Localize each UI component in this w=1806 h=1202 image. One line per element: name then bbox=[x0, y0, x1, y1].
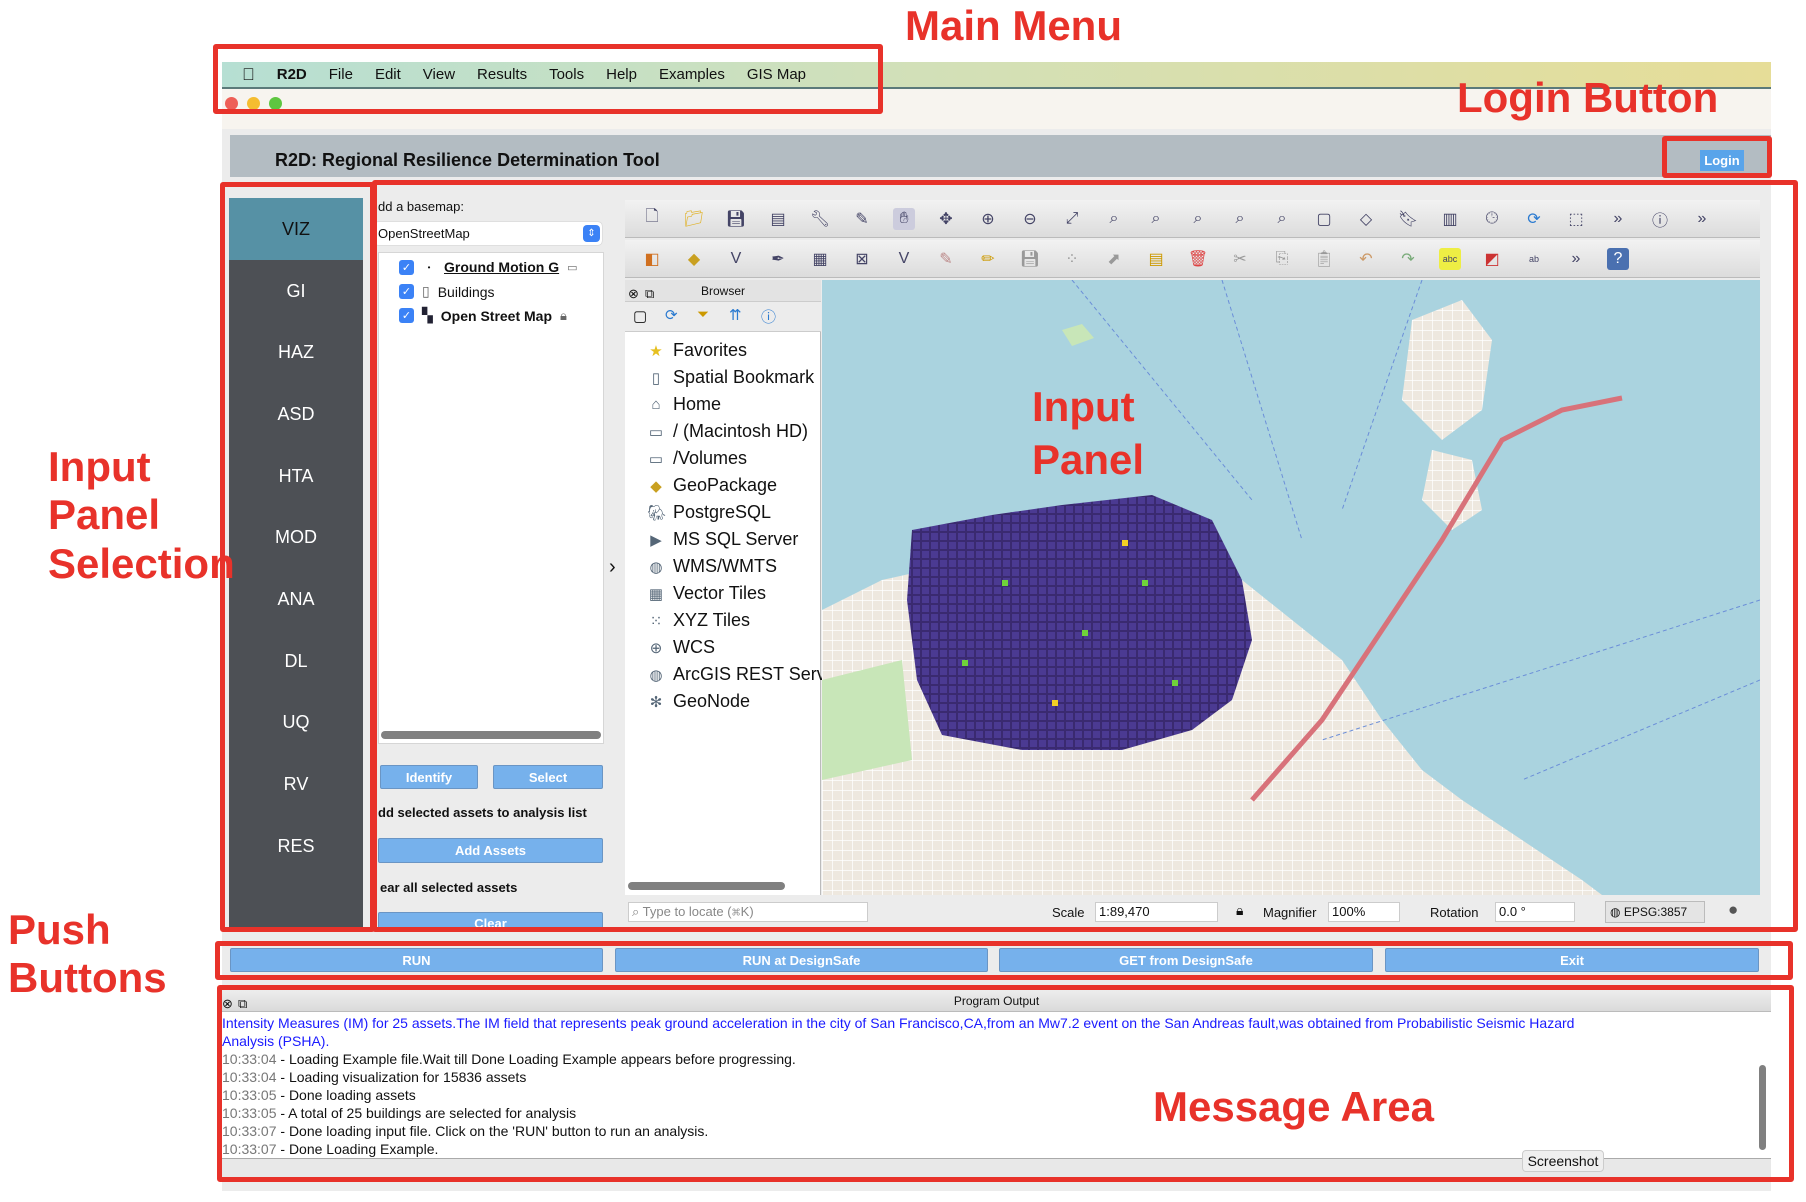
annotation-panel-selection: Input Panel Selection bbox=[48, 443, 235, 587]
annotation-push-buttons: Push Buttons bbox=[8, 906, 167, 1002]
app-title: R2D: Regional Resilience Determination T… bbox=[275, 150, 660, 170]
annotation-box-message-area bbox=[217, 985, 1794, 1182]
annotation-box-push-buttons bbox=[215, 941, 1793, 980]
annotation-main-menu: Main Menu bbox=[905, 2, 1122, 49]
annotation-login-button: Login Button bbox=[1457, 74, 1719, 121]
annotation-box-login bbox=[1662, 136, 1772, 178]
annotation-input-panel: Input Panel bbox=[1032, 383, 1145, 483]
annotation-box-main-menu bbox=[213, 44, 883, 114]
annotation-box-panel-selection bbox=[220, 182, 375, 932]
annotation-box-input-panel bbox=[372, 180, 1798, 932]
annotation-message-area: Message Area bbox=[1153, 1083, 1434, 1130]
